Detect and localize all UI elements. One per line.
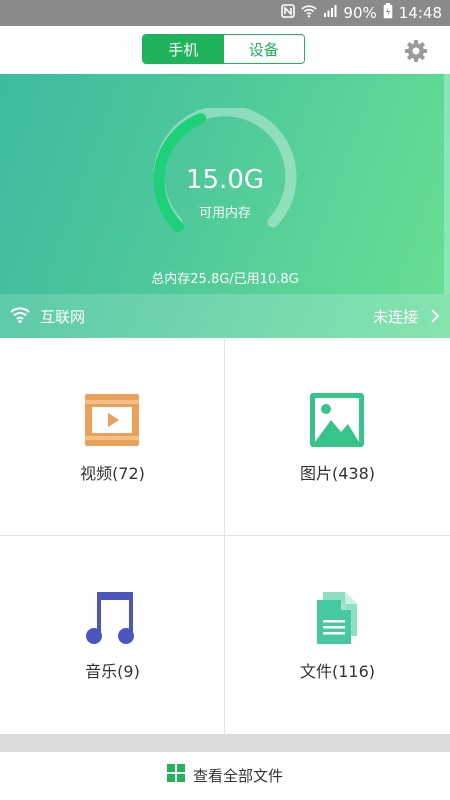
category-images[interactable]: 图片(438) [225, 338, 450, 536]
clock: 14:48 [398, 4, 442, 22]
status-bar: 90% 14:48 [0, 0, 450, 26]
wifi-icon [10, 306, 30, 324]
section-divider [0, 734, 450, 752]
bottom-bar: 查看全部文件 [0, 752, 450, 800]
battery-icon [383, 3, 393, 23]
grid-icon [166, 764, 185, 786]
storage-summary: 总内存25.8G/已用10.8G [151, 272, 299, 287]
music-note-icon [84, 590, 140, 646]
wifi-status-icon [301, 4, 317, 22]
network-status: 未连接 [372, 308, 418, 326]
video-icon [84, 392, 140, 448]
device-switch: 手机 设备 [142, 34, 305, 64]
grid-divider-horizontal [0, 535, 450, 536]
available-storage-caption: 可用内存 [198, 206, 251, 221]
image-icon [309, 392, 365, 448]
status-bar-right: 90% 14:48 [281, 3, 442, 23]
category-files[interactable]: 文件(116) [225, 536, 450, 734]
signal-icon [323, 4, 337, 22]
side-drawer-handle[interactable] [444, 74, 450, 294]
nfc-icon [281, 4, 296, 22]
category-label: 图片(438) [299, 464, 376, 483]
view-all-files-label: 查看全部文件 [192, 766, 283, 785]
category-label: 视频(72) [80, 464, 145, 483]
category-grid: 视频(72) 图片(438) 音乐(9) 文件(116) [0, 338, 450, 734]
category-music[interactable]: 音乐(9) [0, 536, 225, 734]
category-videos[interactable]: 视频(72) [0, 338, 225, 536]
top-bar: 手机 设备 [0, 26, 450, 74]
battery-percent: 90% [343, 4, 377, 22]
view-all-files-button[interactable]: 查看全部文件 [0, 764, 450, 786]
category-label: 文件(116) [299, 662, 376, 681]
network-label: 互联网 [40, 308, 86, 326]
document-icon [309, 590, 365, 646]
available-storage-value: 15.0G [185, 165, 265, 195]
network-row[interactable]: 互联网 未连接 [0, 294, 450, 338]
tab-phone[interactable]: 手机 [143, 35, 224, 63]
grid-divider-vertical [224, 338, 225, 734]
category-label: 音乐(9) [85, 662, 140, 681]
settings-gear-icon[interactable] [404, 39, 428, 63]
tab-devices[interactable]: 设备 [223, 35, 304, 63]
chevron-right-icon [430, 308, 440, 324]
